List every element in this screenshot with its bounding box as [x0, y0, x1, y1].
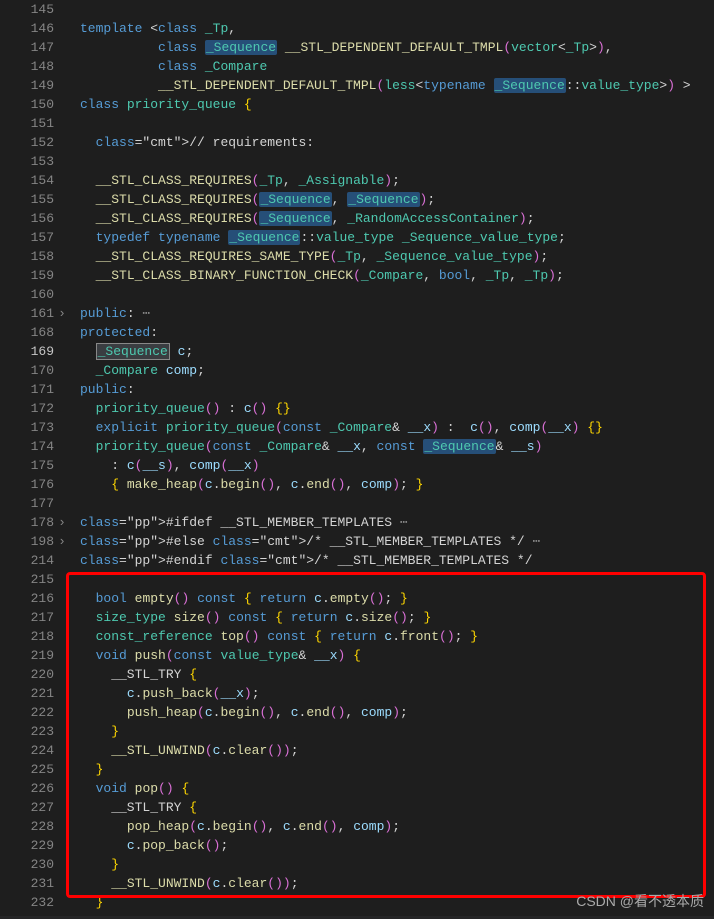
code-line[interactable]: __STL_UNWIND(c.clear());: [80, 741, 714, 760]
fold-chevron-icon[interactable]: ›: [56, 513, 68, 532]
code-line[interactable]: [80, 0, 714, 19]
code-line[interactable]: [80, 494, 714, 513]
code-line[interactable]: class="pp">#ifdef __STL_MEMBER_TEMPLATES…: [80, 513, 714, 532]
code-line[interactable]: public: ⋯: [80, 304, 714, 323]
code-line[interactable]: [80, 152, 714, 171]
code-line[interactable]: __STL_TRY {: [80, 665, 714, 684]
fold-chevron-icon[interactable]: ›: [56, 304, 68, 323]
code-line[interactable]: __STL_TRY {: [80, 798, 714, 817]
code-line[interactable]: [80, 570, 714, 589]
code-line[interactable]: typedef typename _Sequence::value_type _…: [80, 228, 714, 247]
code-line[interactable]: __STL_CLASS_REQUIRES_SAME_TYPE(_Tp, _Seq…: [80, 247, 714, 266]
code-line[interactable]: __STL_CLASS_REQUIRES(_Sequence, _Sequenc…: [80, 190, 714, 209]
code-line[interactable]: _Compare comp;: [80, 361, 714, 380]
code-content[interactable]: template <class _Tp, class _Sequence __S…: [62, 0, 714, 912]
code-line[interactable]: [80, 285, 714, 304]
code-line[interactable]: size_type size() const { return c.size()…: [80, 608, 714, 627]
code-line[interactable]: void push(const value_type& __x) {: [80, 646, 714, 665]
watermark-text: CSDN @看不透本质: [576, 892, 704, 911]
code-line[interactable]: __STL_DEPENDENT_DEFAULT_TMPL(less<typena…: [80, 76, 714, 95]
code-line[interactable]: _Sequence c;: [80, 342, 714, 361]
code-line[interactable]: public:: [80, 380, 714, 399]
code-line[interactable]: __STL_UNWIND(c.clear());: [80, 874, 714, 893]
code-line[interactable]: template <class _Tp,: [80, 19, 714, 38]
code-line[interactable]: const_reference top() const { return c.f…: [80, 627, 714, 646]
code-line[interactable]: : c(__s), comp(__x): [80, 456, 714, 475]
code-line[interactable]: void pop() {: [80, 779, 714, 798]
code-line[interactable]: }: [80, 760, 714, 779]
code-line[interactable]: }: [80, 855, 714, 874]
line-number-gutter: 1451461471481491501511521531541551561571…: [0, 0, 62, 912]
code-line[interactable]: class priority_queue {: [80, 95, 714, 114]
code-line[interactable]: priority_queue(const _Compare& __x, cons…: [80, 437, 714, 456]
code-line[interactable]: __STL_CLASS_REQUIRES(_Sequence, _RandomA…: [80, 209, 714, 228]
code-line[interactable]: [80, 114, 714, 133]
code-line[interactable]: __STL_CLASS_BINARY_FUNCTION_CHECK(_Compa…: [80, 266, 714, 285]
code-line[interactable]: pop_heap(c.begin(), c.end(), comp);: [80, 817, 714, 836]
code-line[interactable]: priority_queue() : c() {}: [80, 399, 714, 418]
code-line[interactable]: class _Compare: [80, 57, 714, 76]
code-line[interactable]: explicit priority_queue(const _Compare& …: [80, 418, 714, 437]
code-line[interactable]: c.pop_back();: [80, 836, 714, 855]
code-line[interactable]: class="pp">#endif class="cmt">/* __STL_M…: [80, 551, 714, 570]
fold-chevron-icon[interactable]: ›: [56, 532, 68, 551]
code-editor[interactable]: 1451461471481491501511521531541551561571…: [0, 0, 714, 912]
code-line[interactable]: class _Sequence __STL_DEPENDENT_DEFAULT_…: [80, 38, 714, 57]
code-line[interactable]: __STL_CLASS_REQUIRES(_Tp, _Assignable);: [80, 171, 714, 190]
code-line[interactable]: protected:: [80, 323, 714, 342]
code-line[interactable]: class="cmt">// requirements:: [80, 133, 714, 152]
code-line[interactable]: { make_heap(c.begin(), c.end(), comp); }: [80, 475, 714, 494]
code-line[interactable]: push_heap(c.begin(), c.end(), comp);: [80, 703, 714, 722]
code-line[interactable]: c.push_back(__x);: [80, 684, 714, 703]
code-line[interactable]: bool empty() const { return c.empty(); }: [80, 589, 714, 608]
code-line[interactable]: class="pp">#else class="cmt">/* __STL_ME…: [80, 532, 714, 551]
code-line[interactable]: }: [80, 722, 714, 741]
